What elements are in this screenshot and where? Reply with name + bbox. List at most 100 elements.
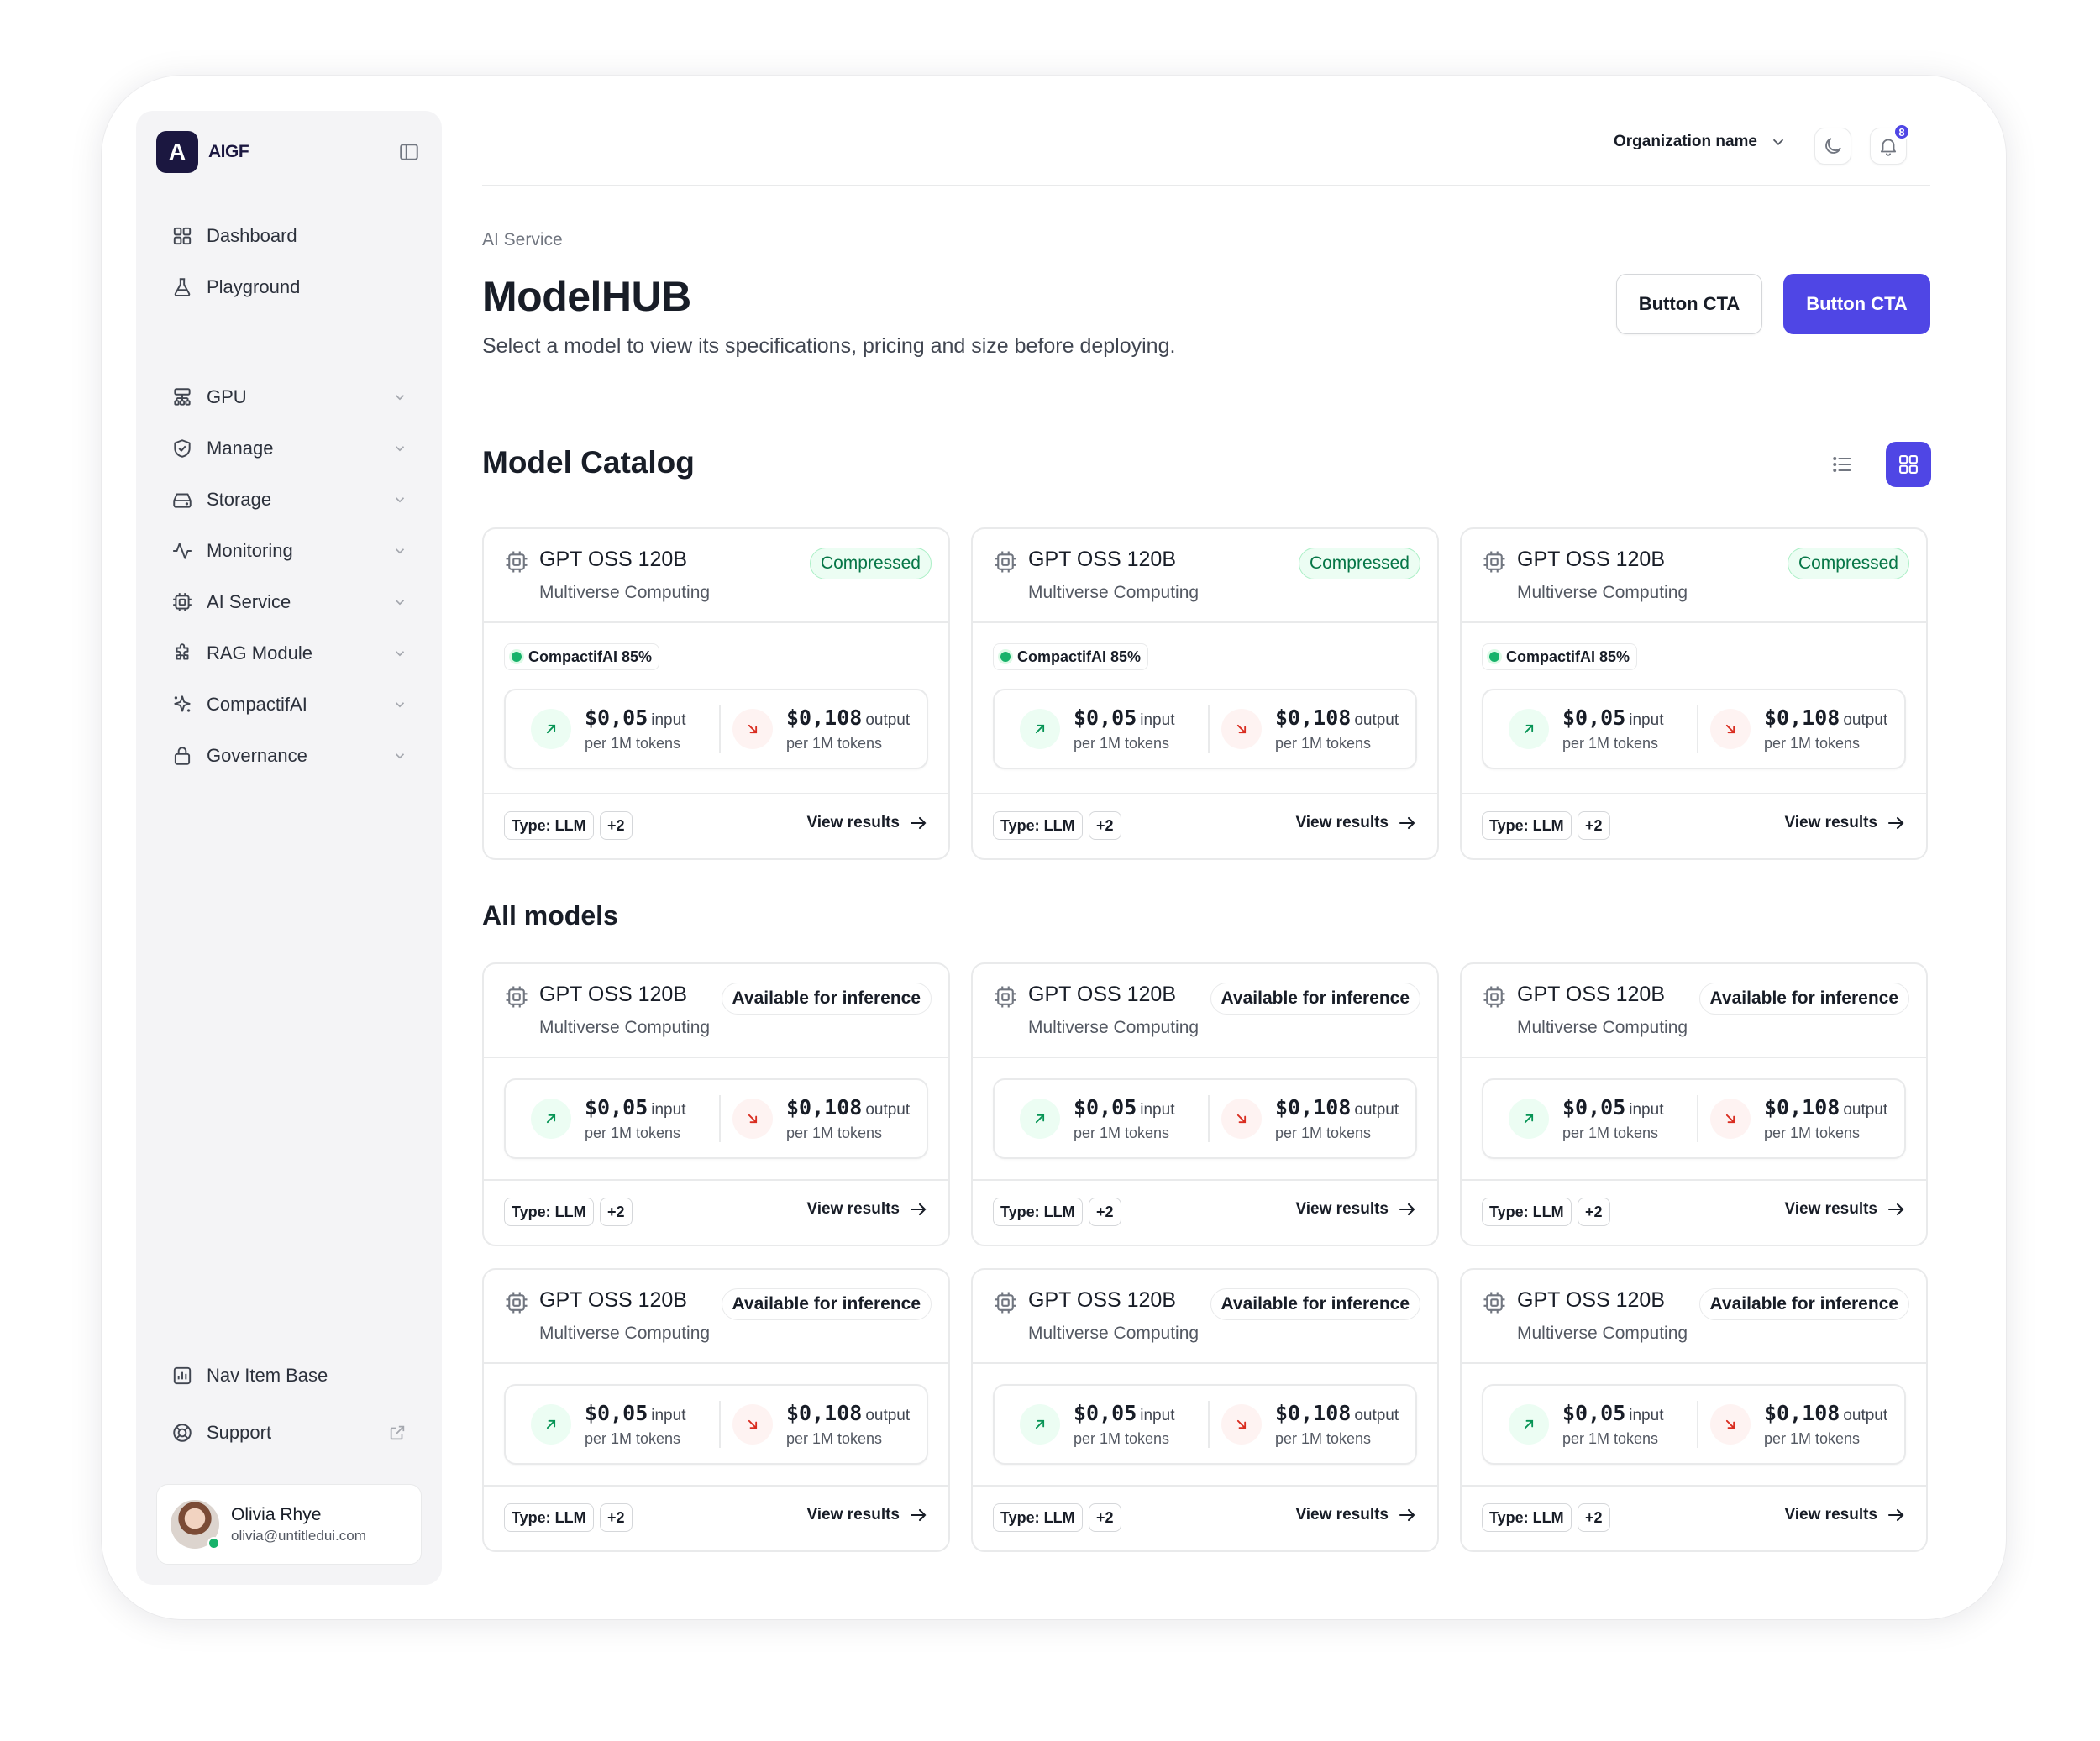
model-card[interactable]: GPT OSS 120B Multiverse Computing Availa… xyxy=(482,962,950,1246)
secondary-cta-button[interactable]: Button CTA xyxy=(1616,274,1762,334)
input-price: $0,05 input per 1M tokens xyxy=(1020,1080,1174,1157)
lock-icon xyxy=(170,743,195,768)
output-price-label: output xyxy=(865,1101,911,1119)
sidebar-item-governance[interactable]: Governance xyxy=(170,730,408,781)
more-tags-badge[interactable]: +2 xyxy=(1089,811,1121,840)
input-price-unit: per 1M tokens xyxy=(1074,735,1170,752)
model-vendor: Multiverse Computing xyxy=(1517,583,1688,602)
card-header: GPT OSS 120B Multiverse Computing Availa… xyxy=(484,1270,948,1364)
more-tags-badge[interactable]: +2 xyxy=(1089,1198,1121,1226)
view-results-link[interactable]: View results xyxy=(806,1199,928,1219)
logo-mark: A xyxy=(156,131,198,173)
list-view-button[interactable] xyxy=(1819,442,1865,487)
sidebar-item-label: GPU xyxy=(207,385,247,407)
type-tag: Type: LLM xyxy=(504,1503,594,1532)
divider xyxy=(1208,1095,1210,1142)
breadcrumb[interactable]: AI Service xyxy=(482,230,563,250)
grid-icon xyxy=(1897,453,1920,476)
sidebar-item-manage[interactable]: Manage xyxy=(170,422,408,474)
sidebar-item-ai-service[interactable]: AI Service xyxy=(170,576,408,627)
model-name: GPT OSS 120B xyxy=(539,548,688,571)
sidebar-item-support[interactable]: Support xyxy=(170,1404,408,1461)
more-tags-badge[interactable]: +2 xyxy=(1578,1198,1610,1226)
theme-toggle-button[interactable] xyxy=(1814,128,1851,165)
view-results-link[interactable]: View results xyxy=(806,1505,928,1525)
output-price-value: $0,108 xyxy=(1275,1095,1352,1120)
model-card[interactable]: GPT OSS 120B Multiverse Computing Availa… xyxy=(482,1268,950,1552)
more-tags-badge[interactable]: +2 xyxy=(600,811,633,840)
output-price: $0,108 output per 1M tokens xyxy=(1221,690,1399,768)
sidebar-item-rag-module[interactable]: RAG Module xyxy=(170,627,408,679)
input-price-unit: per 1M tokens xyxy=(1562,1125,1659,1141)
divider xyxy=(1208,705,1210,753)
card-footer: Type: LLM +2 View results xyxy=(1462,1485,1926,1550)
sidebar-item-storage[interactable]: Storage xyxy=(170,474,408,525)
primary-cta-button[interactable]: Button CTA xyxy=(1783,274,1930,334)
output-price: $0,108 output per 1M tokens xyxy=(732,1080,910,1157)
online-status-dot xyxy=(207,1537,220,1550)
grid-view-button[interactable] xyxy=(1886,442,1931,487)
sidebar-item-label: RAG Module xyxy=(207,642,312,663)
divider xyxy=(1208,1401,1210,1448)
model-card[interactable]: GPT OSS 120B Multiverse Computing Availa… xyxy=(971,962,1439,1246)
sidebar-item-label: AI Service xyxy=(207,590,291,612)
view-results-link[interactable]: View results xyxy=(1295,1505,1417,1525)
output-price-value: $0,108 xyxy=(1275,705,1352,730)
card-header: GPT OSS 120B Multiverse Computing Availa… xyxy=(973,964,1437,1058)
input-price: $0,05 input per 1M tokens xyxy=(1509,1386,1663,1463)
sidebar-item-gpu[interactable]: GPU xyxy=(170,371,408,422)
model-card[interactable]: GPT OSS 120B Multiverse Computing Availa… xyxy=(1460,962,1928,1246)
model-card[interactable]: GPT OSS 120B Multiverse Computing Compre… xyxy=(1460,527,1928,860)
model-card[interactable]: GPT OSS 120B Multiverse Computing Availa… xyxy=(971,1268,1439,1552)
org-name: Organization name xyxy=(1613,133,1757,150)
arrow-right-icon xyxy=(1397,1505,1417,1525)
sidebar-collapse-icon[interactable] xyxy=(396,139,422,165)
list-icon xyxy=(1830,453,1854,476)
view-results-link[interactable]: View results xyxy=(1295,1199,1417,1219)
more-tags-badge[interactable]: +2 xyxy=(1578,811,1610,840)
view-results-link[interactable]: View results xyxy=(806,813,928,833)
arrow-down-right-icon xyxy=(1710,1099,1751,1139)
model-card[interactable]: GPT OSS 120B Multiverse Computing Compre… xyxy=(971,527,1439,860)
card-header: GPT OSS 120B Multiverse Computing Availa… xyxy=(484,964,948,1058)
card-footer: Type: LLM +2 View results xyxy=(1462,1179,1926,1245)
model-name: GPT OSS 120B xyxy=(1028,548,1177,571)
model-card[interactable]: GPT OSS 120B Multiverse Computing Availa… xyxy=(1460,1268,1928,1552)
more-tags-badge[interactable]: +2 xyxy=(600,1198,633,1226)
input-price-value: $0,05 xyxy=(1562,705,1626,730)
view-results-link[interactable]: View results xyxy=(1295,813,1417,833)
org-selector[interactable]: Organization name xyxy=(1614,133,1788,151)
more-tags-badge[interactable]: +2 xyxy=(600,1503,633,1532)
more-tags-badge[interactable]: +2 xyxy=(1089,1503,1121,1532)
sidebar-item-compactifai[interactable]: CompactifAI xyxy=(170,679,408,730)
view-results-label: View results xyxy=(806,814,900,831)
chip-icon xyxy=(504,549,529,574)
avatar xyxy=(171,1500,220,1550)
sidebar-item-dashboard[interactable]: Dashboard xyxy=(170,210,408,261)
sidebar-item-monitoring[interactable]: Monitoring xyxy=(170,525,408,576)
model-vendor: Multiverse Computing xyxy=(539,583,711,602)
model-name: GPT OSS 120B xyxy=(1517,1288,1666,1312)
type-tag: Type: LLM xyxy=(504,1198,594,1226)
all-models-title: All models xyxy=(482,900,618,931)
sidebar-item-nav-item-base[interactable]: Nav Item Base xyxy=(170,1347,408,1404)
card-header: GPT OSS 120B Multiverse Computing Availa… xyxy=(973,1270,1437,1364)
model-card[interactable]: GPT OSS 120B Multiverse Computing Compre… xyxy=(482,527,950,860)
arrow-up-right-icon xyxy=(1509,709,1549,749)
sidebar-item-playground[interactable]: Playground xyxy=(170,261,408,312)
user-card[interactable]: Olivia Rhye olivia@untitledui.com xyxy=(156,1484,422,1565)
input-price-label: input xyxy=(1629,1101,1664,1119)
arrow-right-icon xyxy=(1886,1199,1906,1219)
view-results-link[interactable]: View results xyxy=(1784,1199,1906,1219)
view-results-link[interactable]: View results xyxy=(1784,1505,1906,1525)
view-results-link[interactable]: View results xyxy=(1784,813,1906,833)
arrow-down-right-icon xyxy=(732,1099,773,1139)
arrow-right-icon xyxy=(908,1199,928,1219)
more-tags-badge[interactable]: +2 xyxy=(1578,1503,1610,1532)
output-price-unit: per 1M tokens xyxy=(1764,735,1861,752)
status-badge: Available for inference xyxy=(1210,983,1420,1015)
input-price-label: input xyxy=(1629,711,1664,729)
section-nav: GPU Manage Storage Monitoring AI Service… xyxy=(170,371,408,781)
arrow-right-icon xyxy=(1397,1199,1417,1219)
notifications-button[interactable]: 8 xyxy=(1870,123,1910,165)
